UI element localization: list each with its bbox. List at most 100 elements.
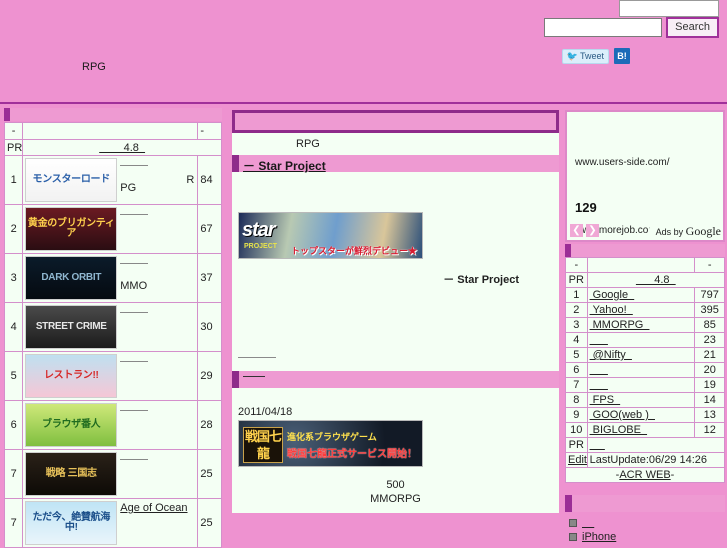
section-heading-star-project[interactable]: － Star Project xyxy=(232,155,559,173)
game-title-link[interactable]: Age of Ocean xyxy=(120,502,187,514)
right-ranking-table: - - PR 4.8 1 Google 797 2 Yahoo! 395 3 MMORP… xyxy=(565,257,726,483)
table-row[interactable]: 1 モンスターロード PG R 84 xyxy=(3,155,222,205)
keyword-link[interactable]: Yahoo! xyxy=(590,304,633,316)
right-pr-bottom-value[interactable] xyxy=(586,437,726,453)
list-item[interactable]: 2 Yahoo! 395 xyxy=(565,302,725,318)
ad-next-arrow-icon[interactable]: ❯ xyxy=(586,224,599,237)
list-item[interactable]: 9 GOO(web ) 13 xyxy=(565,407,725,423)
list-item[interactable]: 7 19 xyxy=(565,377,725,393)
table-row[interactable]: 3 DARK ORBIT MMO 37 xyxy=(3,253,222,303)
game-title-link[interactable] xyxy=(120,263,149,264)
header-top-input[interactable] xyxy=(619,0,719,17)
banner-sub-text: PROJECT xyxy=(244,243,278,250)
search-button[interactable]: Search xyxy=(666,17,719,38)
table-row[interactable]: 7 戦略 三国志 25 xyxy=(3,449,222,499)
section-heading-news[interactable] xyxy=(232,371,559,388)
twitter-bird-icon: 🐦 xyxy=(566,50,578,61)
keyword-rank: 5 xyxy=(565,347,588,363)
game-thumbnail[interactable]: 戦略 三国志 xyxy=(25,452,118,496)
keyword-link[interactable]: Google xyxy=(590,289,635,301)
game-thumbnail[interactable]: レストラン!! xyxy=(25,354,118,398)
game-score: 25 xyxy=(197,498,222,548)
game-score: 29 xyxy=(197,351,222,401)
game-title-link[interactable] xyxy=(120,361,149,362)
left-pr-value[interactable]: 4.8 xyxy=(22,139,222,156)
rank-number: 7 xyxy=(3,449,24,499)
game-meta: MMO xyxy=(117,256,195,300)
game-thumbnail[interactable]: STREET CRIME xyxy=(25,305,118,349)
left-pr-link[interactable]: 4.8 xyxy=(99,142,145,154)
inline-small-link[interactable] xyxy=(238,357,276,358)
game-thumbnail[interactable]: モンスターロード xyxy=(25,158,118,202)
list-item[interactable]: 5 @Nifty 21 xyxy=(565,347,725,363)
table-row[interactable]: 6 ブラウザ番人 28 xyxy=(3,400,222,450)
game-meta: PG R xyxy=(117,158,195,202)
header-home-link[interactable] xyxy=(10,28,66,39)
list-item[interactable]: 6 20 xyxy=(565,362,725,378)
game-meta xyxy=(117,403,195,447)
keyword-link[interactable]: BIGLOBE xyxy=(590,424,647,436)
game-title-link[interactable] xyxy=(120,459,149,460)
ad-url-1[interactable]: www.users-side.com/ xyxy=(575,157,669,168)
right-list-heading-bar xyxy=(565,495,725,512)
game-title-link[interactable] xyxy=(120,214,149,215)
list-item-label[interactable] xyxy=(582,517,594,529)
list-item[interactable] xyxy=(569,516,725,530)
keyword-link[interactable] xyxy=(590,364,608,376)
search-input[interactable] xyxy=(544,18,663,37)
ads-by-google-label[interactable]: Ads by Google xyxy=(647,223,723,240)
table-row[interactable]: 4 STREET CRIME 30 xyxy=(3,302,222,352)
list-item[interactable]: 3 MMORPG 85 xyxy=(565,317,725,333)
game-cell: STREET CRIME xyxy=(22,302,199,352)
acr-web-row[interactable]: -ACR WEB- xyxy=(565,467,725,483)
game-cell-inner: STREET CRIME xyxy=(25,305,195,349)
google-ad-box[interactable]: www.users-side.com/ 129 www.morejob.com … xyxy=(565,110,725,242)
game-thumbnail[interactable]: ただ今、絶賛航海中! xyxy=(25,501,118,545)
right-pr-value[interactable]: 4.8 xyxy=(586,272,726,288)
keyword-rank: 1 xyxy=(565,287,588,303)
table-row[interactable]: 7 ただ今、絶賛航海中! Age of Ocean 25 xyxy=(3,498,222,548)
tweet-button[interactable]: 🐦 Tweet xyxy=(561,48,609,64)
keyword-link[interactable] xyxy=(590,334,608,346)
list-item[interactable]: 4 23 xyxy=(565,332,725,348)
keyword-link[interactable]: FPS xyxy=(590,394,621,406)
table-row[interactable]: 2 黄金のブリガンティア 67 xyxy=(3,204,222,254)
list-item[interactable]: iPhone xyxy=(569,530,725,544)
section-heading-label: － Star Project xyxy=(243,159,326,173)
keyword-rank: 10 xyxy=(565,422,588,438)
banner-star-project[interactable]: star PROJECT トップスターが鮮烈デビュー★ xyxy=(238,212,423,259)
table-row[interactable]: 5 レストラン!! 29 xyxy=(3,351,222,401)
list-item-label[interactable]: iPhone xyxy=(582,531,616,543)
right-pr-link[interactable]: 4.8 xyxy=(636,274,676,286)
section-spacer-top xyxy=(232,172,559,210)
game-score: 67 xyxy=(197,204,222,254)
keyword-link[interactable]: MMORPG xyxy=(590,319,650,331)
keyword-link[interactable]: @Nifty xyxy=(590,349,632,361)
game-title-link[interactable] xyxy=(120,165,149,166)
game-thumbnail[interactable]: DARK ORBIT xyxy=(25,256,118,300)
edit-link[interactable]: Edit xyxy=(565,452,588,468)
keyword-link[interactable] xyxy=(590,379,608,391)
list-item[interactable]: 8 FPS 14 xyxy=(565,392,725,408)
hatena-bookmark-button[interactable]: B! xyxy=(614,48,630,64)
content-title-bar xyxy=(232,110,559,133)
edit-link-label[interactable]: Edit xyxy=(568,454,587,466)
game-thumbnail-text: ブラウザ番人 xyxy=(42,418,101,430)
right-pr-bottom-label: PR xyxy=(565,437,588,453)
game-title-link[interactable] xyxy=(120,312,149,313)
game-thumbnail[interactable]: 黄金のブリガンティア xyxy=(25,207,118,251)
right-rank-heading-bar xyxy=(565,244,725,257)
game-thumbnail[interactable]: ブラウザ番人 xyxy=(25,403,118,447)
rank-number: 4 xyxy=(3,302,24,352)
banner-sengoku[interactable]: 戦国七龍 進化系ブラウザゲーム 戦国七龍正式サービス開始！ xyxy=(238,420,423,467)
keyword-link[interactable]: GOO(web ) xyxy=(590,409,655,421)
game-score: 84 xyxy=(197,155,222,205)
acr-web-link[interactable]: -ACR WEB- xyxy=(616,469,675,481)
game-title-link[interactable] xyxy=(120,410,149,411)
last-update-row: Edit LastUpdate:06/29 14:26 xyxy=(565,452,726,468)
ad-prev-arrow-icon[interactable]: ❮ xyxy=(570,224,583,237)
list-item[interactable]: 1 Google 797 xyxy=(565,287,725,303)
right-pr-bottom-link[interactable] xyxy=(590,439,605,451)
rank-number: 2 xyxy=(3,204,24,254)
list-item[interactable]: 10 BIGLOBE 12 xyxy=(565,422,725,438)
